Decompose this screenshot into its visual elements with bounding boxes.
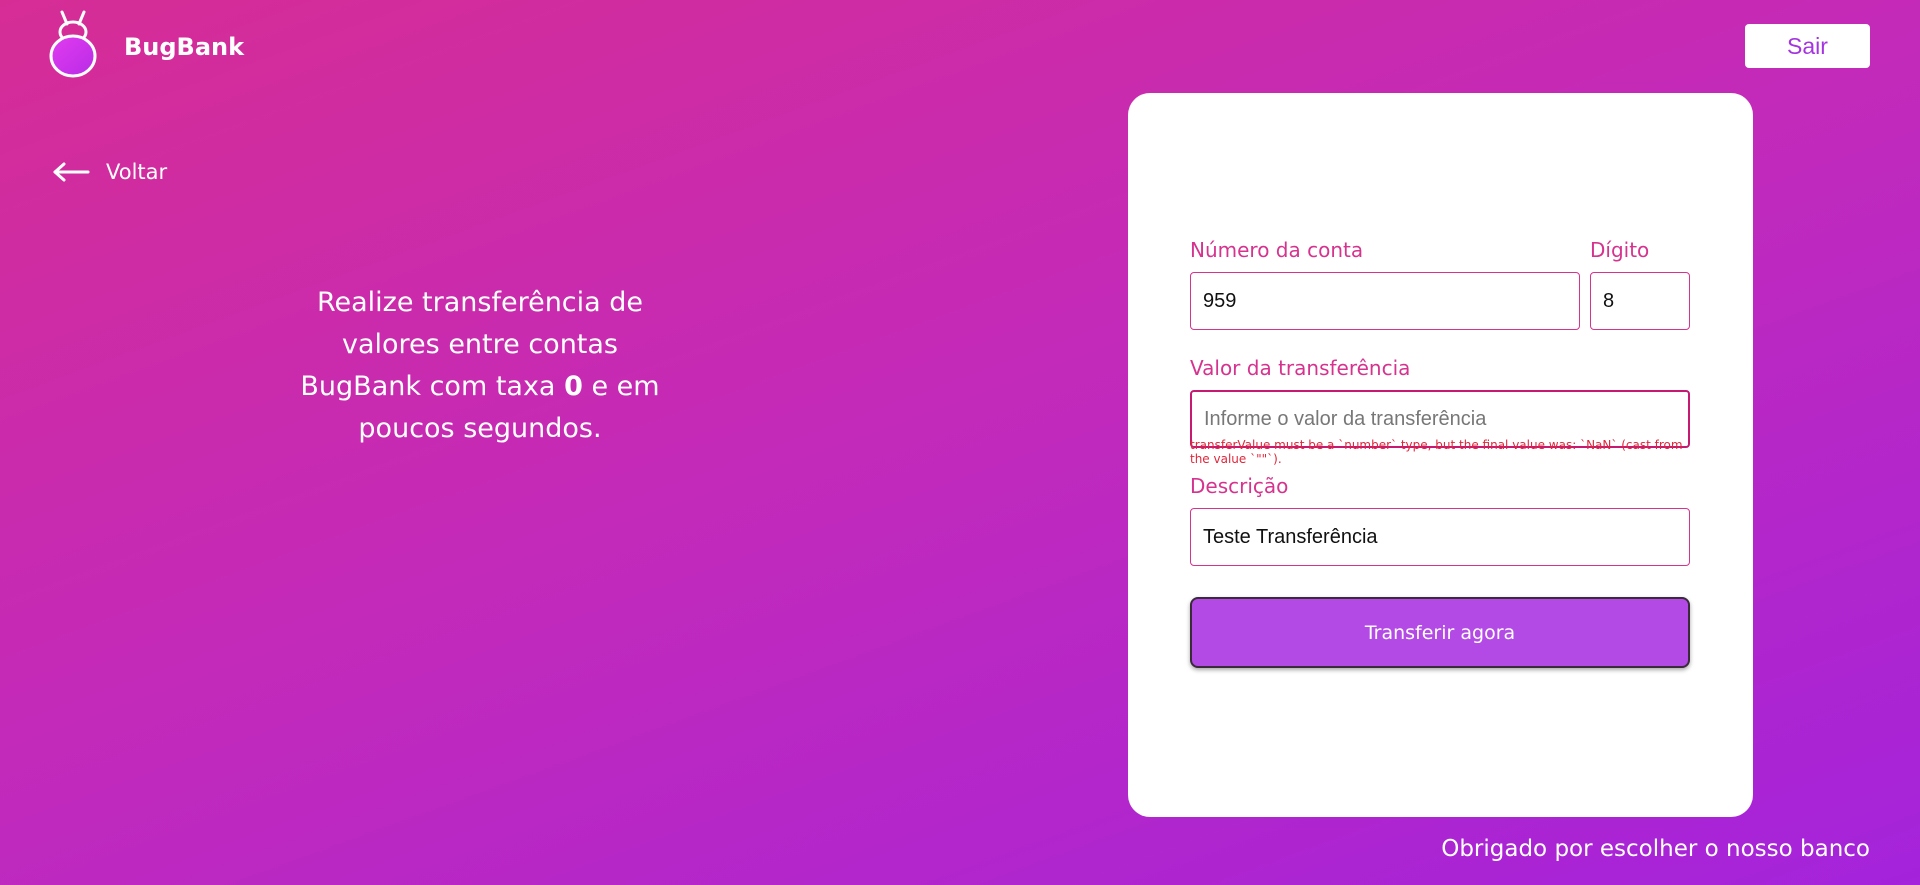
transfer-now-button[interactable]: Transferir agora	[1190, 597, 1690, 668]
digit-label: Dígito	[1590, 238, 1650, 262]
account-number-input[interactable]	[1190, 272, 1580, 330]
back-label: Voltar	[106, 160, 168, 184]
footer-thanks-text: Obrigado por escolher o nosso banco	[1441, 836, 1870, 862]
transfer-value-label: Valor da transferência	[1190, 356, 1411, 380]
bug-logo-icon	[48, 10, 98, 78]
account-number-label: Número da conta	[1190, 238, 1364, 262]
digit-input[interactable]	[1590, 272, 1690, 330]
description-label: Descrição	[1190, 474, 1289, 498]
description-input[interactable]	[1190, 508, 1690, 566]
promo-fee-value: 0	[564, 371, 583, 402]
brand-logo: BugBank	[48, 10, 244, 78]
arrow-left-icon	[52, 162, 90, 182]
logout-button[interactable]: Sair	[1745, 24, 1870, 68]
brand-name: BugBank	[124, 33, 245, 61]
back-link[interactable]: Voltar	[52, 160, 167, 184]
promo-text: Realize transferência de valores entre c…	[280, 282, 680, 450]
transfer-value-error: transferValue must be a `number` type, b…	[1190, 438, 1683, 466]
